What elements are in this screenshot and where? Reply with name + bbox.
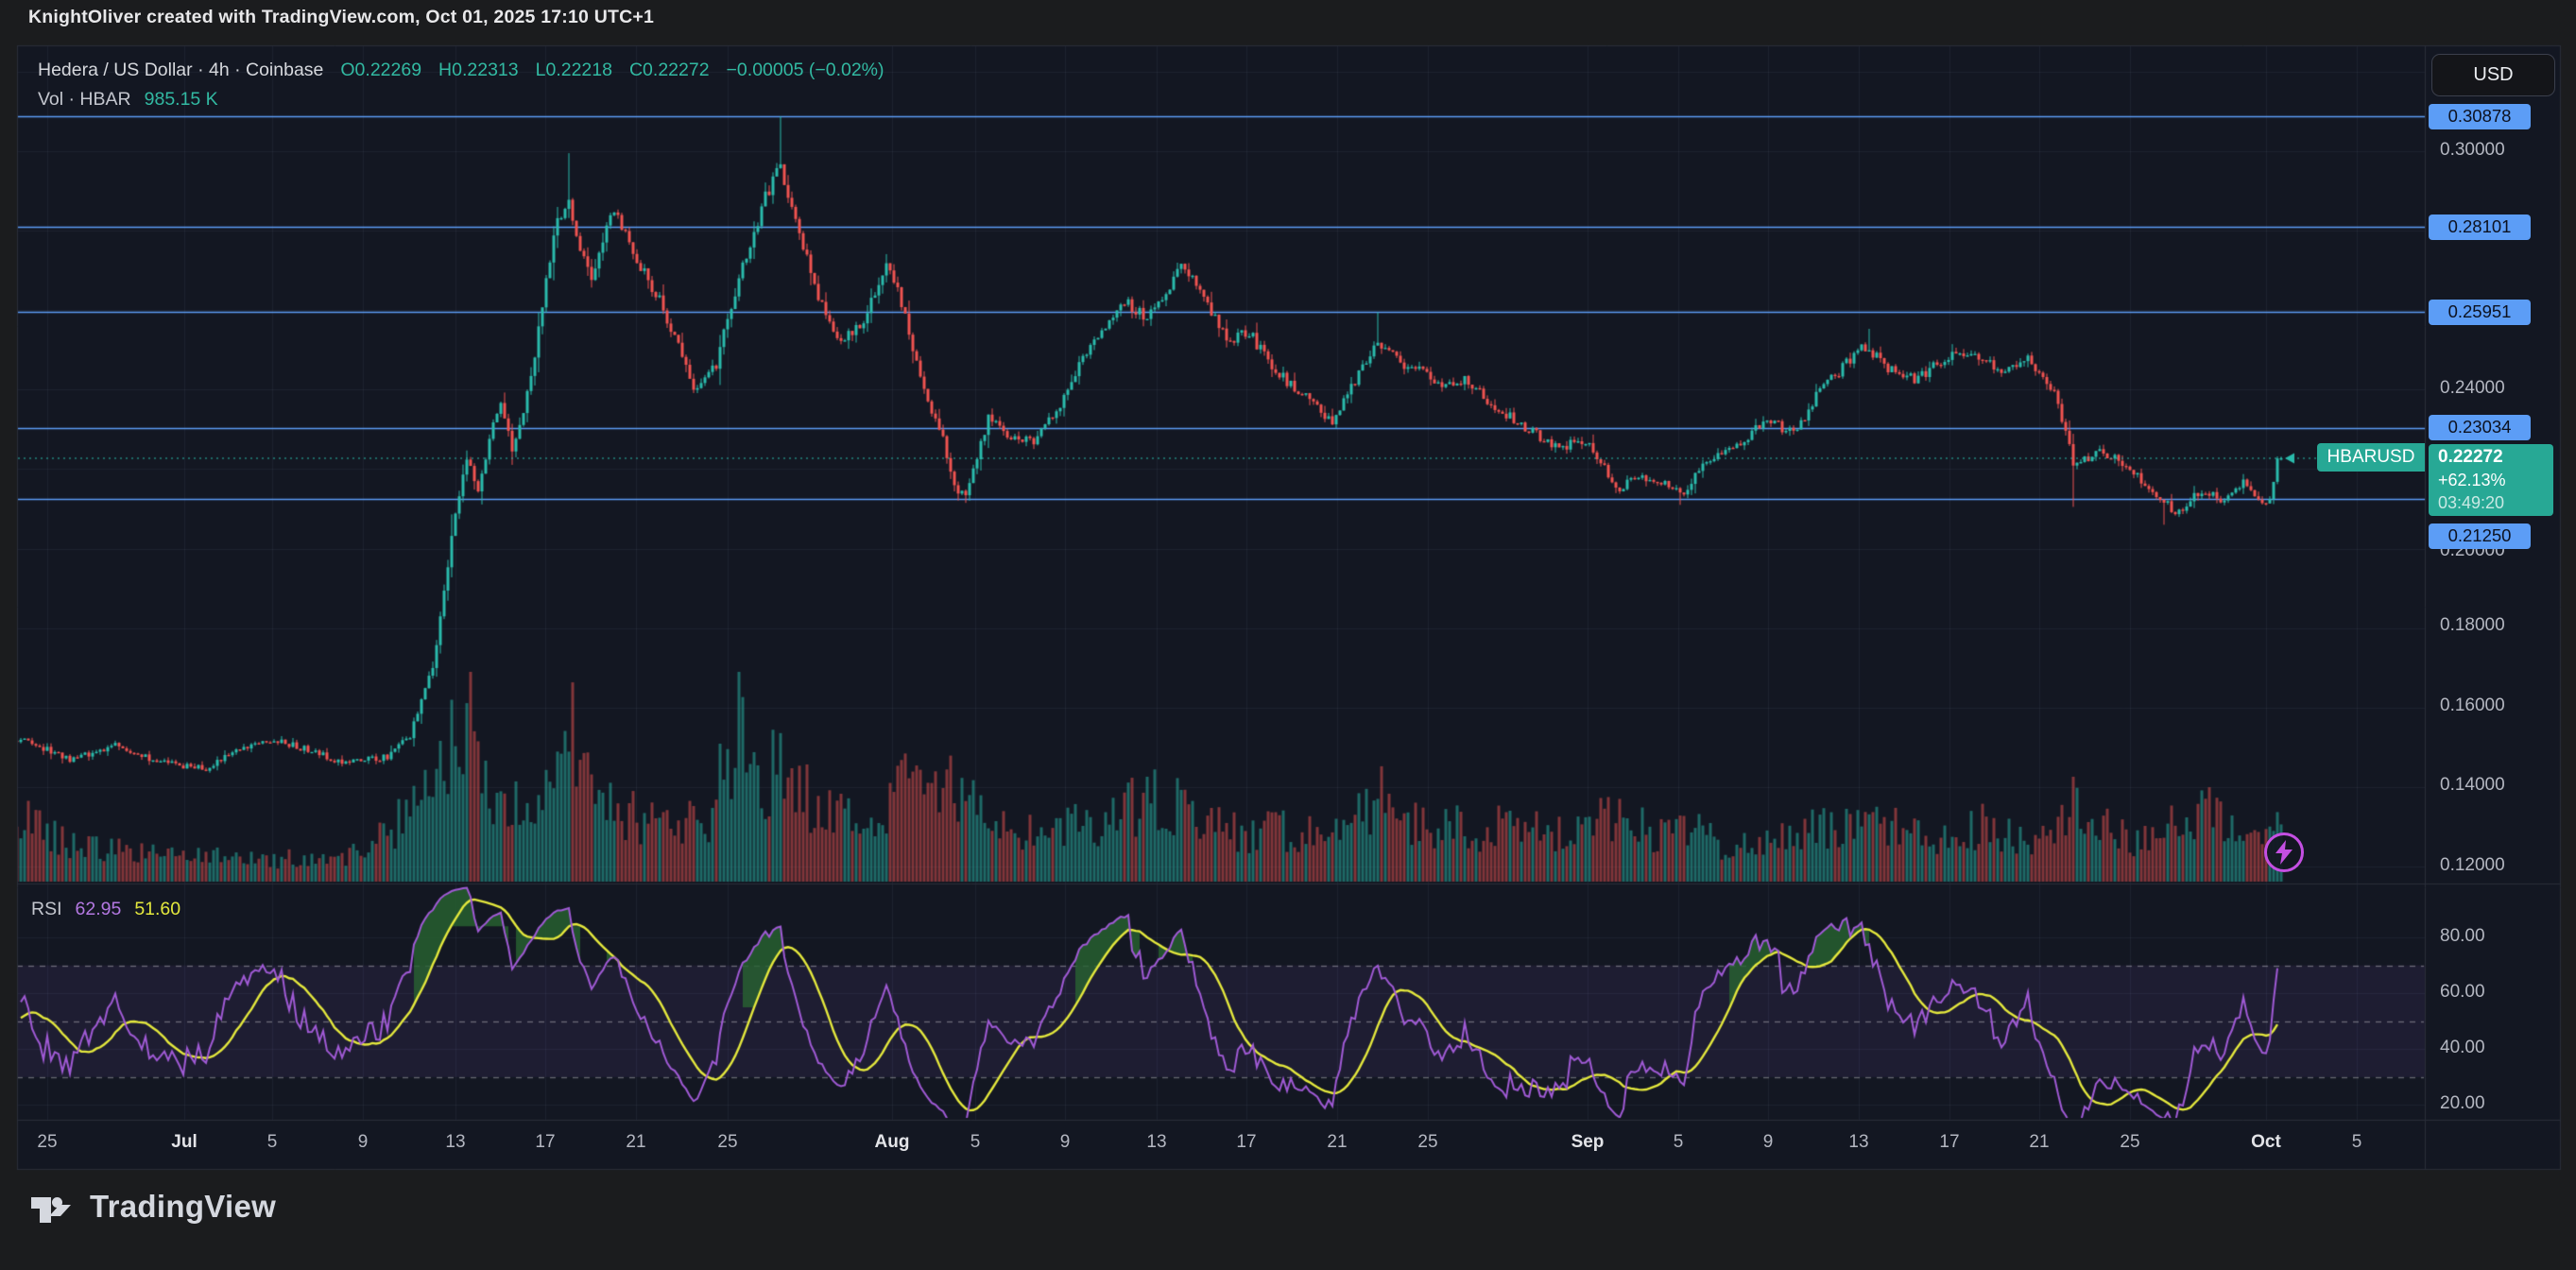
rsi-axis-label: 60.00 [2440,982,2553,1003]
time-axis-label: 17 [1218,1132,1275,1153]
time-axis-label: 13 [1128,1132,1185,1153]
volume-value: 985.15 K [145,89,218,111]
price-axis-label: 0.18000 [2440,615,2553,636]
lightning-icon [2275,840,2293,865]
time-axis-label: 17 [1921,1132,1978,1153]
time-axis-label: 21 [608,1132,664,1153]
price-level-label: 0.23034 [2429,415,2531,440]
rsi-legend: RSI 62.95 51.60 [31,899,180,920]
rsi-axis-label: 20.00 [2440,1093,2553,1114]
rsi-axis-label: 80.00 [2440,926,2553,947]
tradingview-logo[interactable]: TradingView [31,1189,276,1225]
rsi-axis-label: 40.00 [2440,1038,2553,1058]
symbol-legend: Hedera / US Dollar · 4h · Coinbase O0.22… [38,60,884,81]
time-axis-label: 17 [517,1132,574,1153]
tradingview-snapshot: KnightOliver created with TradingView.co… [0,0,2576,1270]
session-change-pct: +62.13% [2438,469,2553,491]
symbol-price-tag: HBARUSD [2317,443,2425,472]
last-price-box: 0.22272 +62.13% 03:49:20 [2429,444,2553,516]
price-chart-canvas[interactable] [0,0,2576,1270]
rsi-label: RSI [31,899,62,920]
price-level-label: 0.28101 [2429,215,2531,240]
volume-legend: Vol · HBAR 985.15 K [38,89,218,111]
time-axis-label: 5 [947,1132,1004,1153]
price-level-label: 0.30878 [2429,104,2531,129]
time-axis-label: 13 [1830,1132,1887,1153]
time-axis-label: 25 [19,1132,76,1153]
tradingview-logo-text: TradingView [90,1189,276,1225]
rsi-ma-value: 51.60 [134,899,180,920]
time-axis-label: 5 [2328,1132,2385,1153]
volume-label: Vol · HBAR [38,89,131,111]
ohlc-close: C0.22272 [629,60,710,81]
ohlc-low: L0.22218 [536,60,612,81]
ohlc-high: H0.22313 [438,60,519,81]
bar-countdown: 03:49:20 [2438,491,2553,514]
time-axis-label: Sep [1559,1132,1616,1153]
attribution-text: KnightOliver created with TradingView.co… [28,7,654,28]
price-axis-label: 0.30000 [2440,140,2553,161]
time-axis-label: 5 [1650,1132,1707,1153]
price-axis-label: 0.24000 [2440,378,2553,399]
time-axis-label: Oct [2238,1132,2294,1153]
price-change: −0.00005 (−0.02%) [727,60,884,81]
price-axis-label: 0.16000 [2440,695,2553,716]
time-axis-label: Jul [156,1132,213,1153]
symbol-title: Hedera / US Dollar · 4h · Coinbase [38,60,323,81]
last-price: 0.22272 [2438,446,2553,469]
time-axis-label: 21 [2011,1132,2068,1153]
time-axis-label: 9 [1740,1132,1796,1153]
boost-button[interactable] [2264,832,2304,872]
time-axis-label: 9 [335,1132,391,1153]
time-axis-label: 25 [699,1132,756,1153]
tradingview-logo-icon [31,1190,78,1224]
price-axis-label: 0.14000 [2440,775,2553,796]
time-axis-label: 5 [244,1132,301,1153]
price-scale[interactable] [2425,45,2561,1120]
price-level-label: 0.21250 [2429,523,2531,549]
time-axis-label: 25 [2102,1132,2158,1153]
time-axis-label: Aug [864,1132,920,1153]
price-level-label: 0.25951 [2429,300,2531,325]
time-axis-label: 9 [1037,1132,1093,1153]
time-axis-label: 13 [427,1132,484,1153]
ohlc-open: O0.22269 [340,60,421,81]
rsi-value: 62.95 [76,899,122,920]
time-axis-label: 21 [1309,1132,1365,1153]
price-axis-label: 0.12000 [2440,855,2553,876]
time-axis-label: 25 [1400,1132,1456,1153]
